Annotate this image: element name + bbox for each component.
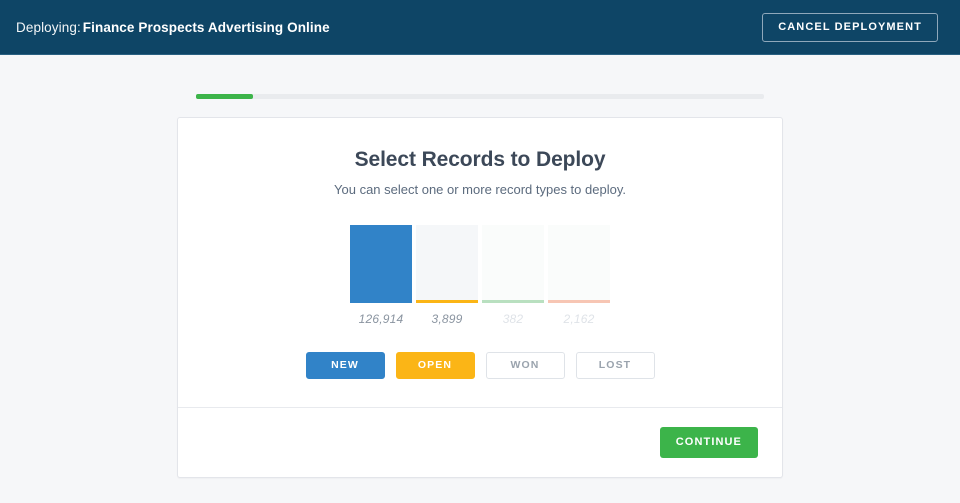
record-counts-bar-chart <box>198 225 762 303</box>
continue-button[interactable]: CONTINUE <box>659 427 758 458</box>
bar-fill <box>416 300 478 303</box>
bar-background <box>416 225 478 303</box>
bar-column-lost <box>548 225 610 303</box>
deployment-progress-bar <box>196 94 764 99</box>
record-counts-labels: 126,914 3,899 382 2,162 <box>198 312 762 326</box>
bar-value-label-won: 382 <box>502 312 524 326</box>
bar-column-open <box>416 225 478 303</box>
card-subtitle: You can select one or more record types … <box>334 182 626 197</box>
bar-column-new <box>350 225 412 303</box>
bar-value-label-open: 3,899 <box>431 312 463 326</box>
bar-background <box>548 225 610 303</box>
app-header: Deploying: Finance Prospects Advertising … <box>0 0 960 55</box>
card-title: Select Records to Deploy <box>354 148 606 171</box>
page-title: Deploying: Finance Prospects Advertising … <box>16 20 330 35</box>
bar-value-label-lost: 2,162 <box>563 312 595 326</box>
record-type-button-group: NEW OPEN WON LOST <box>198 352 762 379</box>
record-type-button-open[interactable]: OPEN <box>395 352 475 379</box>
deployment-name: Finance Prospects Advertising Online <box>82 19 330 35</box>
bar-fill <box>548 300 610 303</box>
bar-value-label-new: 126,914 <box>358 312 404 326</box>
record-type-button-new[interactable]: NEW <box>305 352 385 379</box>
record-type-button-won[interactable]: WON <box>485 352 565 379</box>
deploying-label: Deploying: <box>16 19 81 35</box>
bar-fill <box>350 225 412 303</box>
bar-background <box>482 225 544 303</box>
bar-track <box>482 225 544 303</box>
bar-fill <box>482 300 544 303</box>
cancel-deployment-button[interactable]: CANCEL DEPLOYMENT <box>762 12 938 42</box>
bar-track <box>350 225 412 303</box>
select-records-card: Select Records to Deploy You can select … <box>177 117 783 478</box>
card-footer: CONTINUE <box>178 407 782 477</box>
bar-track <box>416 225 478 303</box>
progress-bar-fill <box>196 94 253 99</box>
bar-track <box>548 225 610 303</box>
record-type-button-lost[interactable]: LOST <box>575 352 655 379</box>
bar-column-won <box>482 225 544 303</box>
card-body: Select Records to Deploy You can select … <box>178 118 782 408</box>
